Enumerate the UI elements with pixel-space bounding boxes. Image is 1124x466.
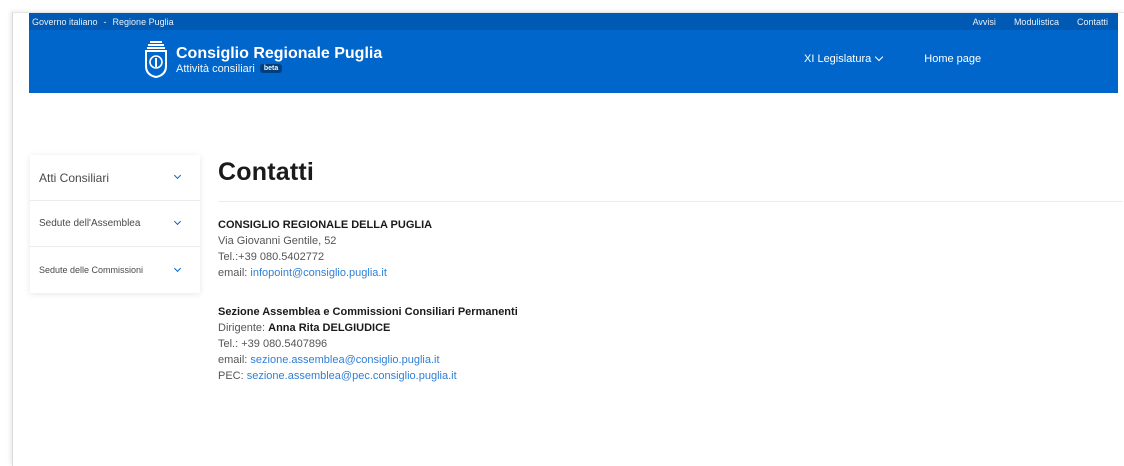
contact-block-sezione: Sezione Assemblea e Commissioni Consilia… [218,304,1123,384]
consiglio-logo-icon [145,41,167,78]
block-heading: CONSIGLIO REGIONALE DELLA PUGLIA [218,219,433,231]
email-label: email: [218,267,248,279]
slim-header-left: Governo italiano - Regione Puglia [32,17,174,27]
link-avvisi[interactable]: Avvisi [973,17,996,27]
sidebar-item-label: Atti Consiliari [39,170,110,185]
chevron-down-icon [173,217,182,226]
browser-frame: Governo italiano - Regione Puglia Avvisi… [12,12,1124,466]
nav-home-page[interactable]: Home page [924,53,981,65]
site-title: Consiglio Regionale Puglia [176,44,383,62]
nav-legislature-dropdown[interactable]: XI Legislatura [804,52,884,65]
slim-header: Governo italiano - Regione Puglia Avvisi… [29,13,1118,30]
brand[interactable]: Consiglio Regionale Puglia Attività cons… [144,40,382,78]
sidebar-item-label: Sedute dell'Assemblea [39,218,141,229]
phone-text: Tel.: +39 080.5407896 [218,338,328,350]
link-governo-italiano[interactable]: Governo italiano [32,17,98,27]
email-link-infopoint[interactable]: infopoint@consiglio.puglia.it [250,267,387,279]
chevron-down-icon [173,264,182,272]
sidebar: Atti Consiliari Sedute dell'Assemblea Se… [30,155,200,293]
pec-link-sezione[interactable]: sezione.assemblea@pec.consiglio.puglia.i… [247,370,457,382]
chevron-down-icon [875,52,884,62]
dirigente-name: Anna Rita DELGIUDICE [268,322,391,334]
contact-block-consiglio: CONSIGLIO REGIONALE DELLA PUGLIA Via Gio… [218,217,1123,281]
header-nav: XI Legislatura Home page [804,52,981,65]
center-header: Consiglio Regionale Puglia Attività cons… [29,30,1118,93]
address-text: Via Giovanni Gentile, 52 [218,235,337,247]
pec-label: PEC: [218,370,244,382]
email-label: email: [218,354,248,366]
sidebar-item-sedute-commissioni[interactable]: Sedute delle Commissioni [30,247,200,293]
site-subtitle: Attività consiliari [176,62,255,75]
slim-separator: - [103,16,107,27]
dirigente-label: Dirigente: [218,322,266,334]
beta-badge: beta [259,64,283,73]
nav-legislature-label: XI Legislatura [804,53,872,65]
slim-header-right: Avvisi Modulistica Contatti [973,17,1108,27]
phone-text: Tel.:+39 080.5402772 [218,251,325,263]
link-contatti[interactable]: Contatti [1077,17,1108,27]
sidebar-item-label: Sedute delle Commissioni [39,265,144,275]
link-regione-puglia[interactable]: Regione Puglia [113,17,174,27]
page-title: Contatti [218,158,1123,202]
block-heading: Sezione Assemblea e Commissioni Consilia… [218,306,518,318]
sidebar-item-atti-consiliari[interactable]: Atti Consiliari [30,155,200,201]
sidebar-item-sedute-assemblea[interactable]: Sedute dell'Assemblea [30,201,200,247]
main-content: Contatti CONSIGLIO REGIONALE DELLA PUGLI… [218,158,1123,384]
email-link-sezione[interactable]: sezione.assemblea@consiglio.puglia.it [250,354,439,366]
chevron-down-icon [173,171,182,180]
link-modulistica[interactable]: Modulistica [1014,17,1059,27]
nav-home-label: Home page [924,53,982,65]
